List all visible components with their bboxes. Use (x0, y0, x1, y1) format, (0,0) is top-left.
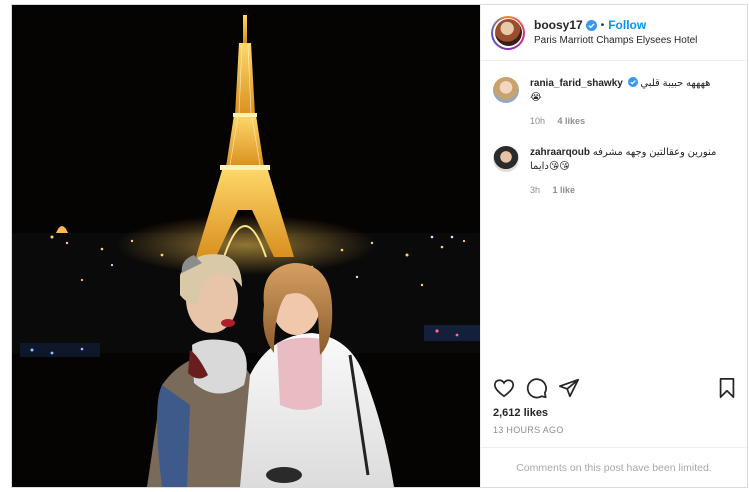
comment-meta: 3h 1 like (530, 183, 716, 197)
comment-time: 3h (530, 185, 541, 195)
comment-likes[interactable]: 1 like (553, 185, 576, 195)
comment-likes[interactable]: 4 likes (558, 116, 586, 126)
verified-badge-icon (627, 77, 638, 87)
comment-icon[interactable] (526, 377, 548, 399)
comments-list: rania_farid_shawky ههههه حبيبة قلبي 😭 10… (481, 61, 747, 197)
instagram-post: boosy17 • Follow Paris Marriott Champs E… (11, 4, 748, 488)
comment-username[interactable]: rania_farid_shawky (530, 78, 623, 89)
action-bar (493, 377, 739, 403)
comment-item: rania_farid_shawky ههههه حبيبة قلبي 😭 10… (493, 77, 735, 128)
heart-icon[interactable] (493, 377, 515, 399)
verified-badge-icon (585, 19, 597, 31)
likes-count[interactable]: 2,612 likes (493, 407, 548, 419)
post-photo[interactable] (12, 5, 480, 487)
eiffel-tower-night-photo (12, 5, 480, 487)
avatar-image (494, 19, 522, 46)
post-timestamp[interactable]: 13 HOURS AGO (493, 425, 564, 435)
author-username[interactable]: boosy17 (534, 18, 583, 33)
comment-text: منورين وعقالتين وجهه مشرفه (592, 147, 717, 158)
post-header: boosy17 • Follow Paris Marriott Champs E… (481, 5, 747, 61)
follow-button[interactable]: Follow (608, 18, 646, 33)
comment-username[interactable]: zahraarqoub (530, 147, 590, 158)
commenter-avatar[interactable] (493, 146, 519, 172)
comment-emoji: 😘😘دايما (530, 161, 570, 172)
author-avatar[interactable] (491, 15, 525, 50)
comment-emoji: 😭 (530, 92, 542, 103)
comment-meta: 10h 4 likes (530, 114, 710, 128)
comment-time: 10h (530, 116, 546, 126)
comment-text: ههههه حبيبة قلبي (640, 78, 711, 89)
separator-dot: • (600, 19, 605, 31)
header-text: boosy17 • Follow Paris Marriott Champs E… (534, 18, 697, 48)
comments-limited-notice: Comments on this post have been limited. (481, 447, 747, 487)
comment-item: zahraarqoub منورين وعقالتين وجهه مشرفه 😘… (493, 146, 735, 197)
commenter-avatar[interactable] (493, 77, 519, 103)
post-side-panel: boosy17 • Follow Paris Marriott Champs E… (480, 5, 747, 487)
bookmark-icon[interactable] (716, 377, 738, 399)
paper-plane-icon[interactable] (558, 377, 580, 399)
location-link[interactable]: Paris Marriott Champs Elysees Hotel (534, 33, 697, 48)
